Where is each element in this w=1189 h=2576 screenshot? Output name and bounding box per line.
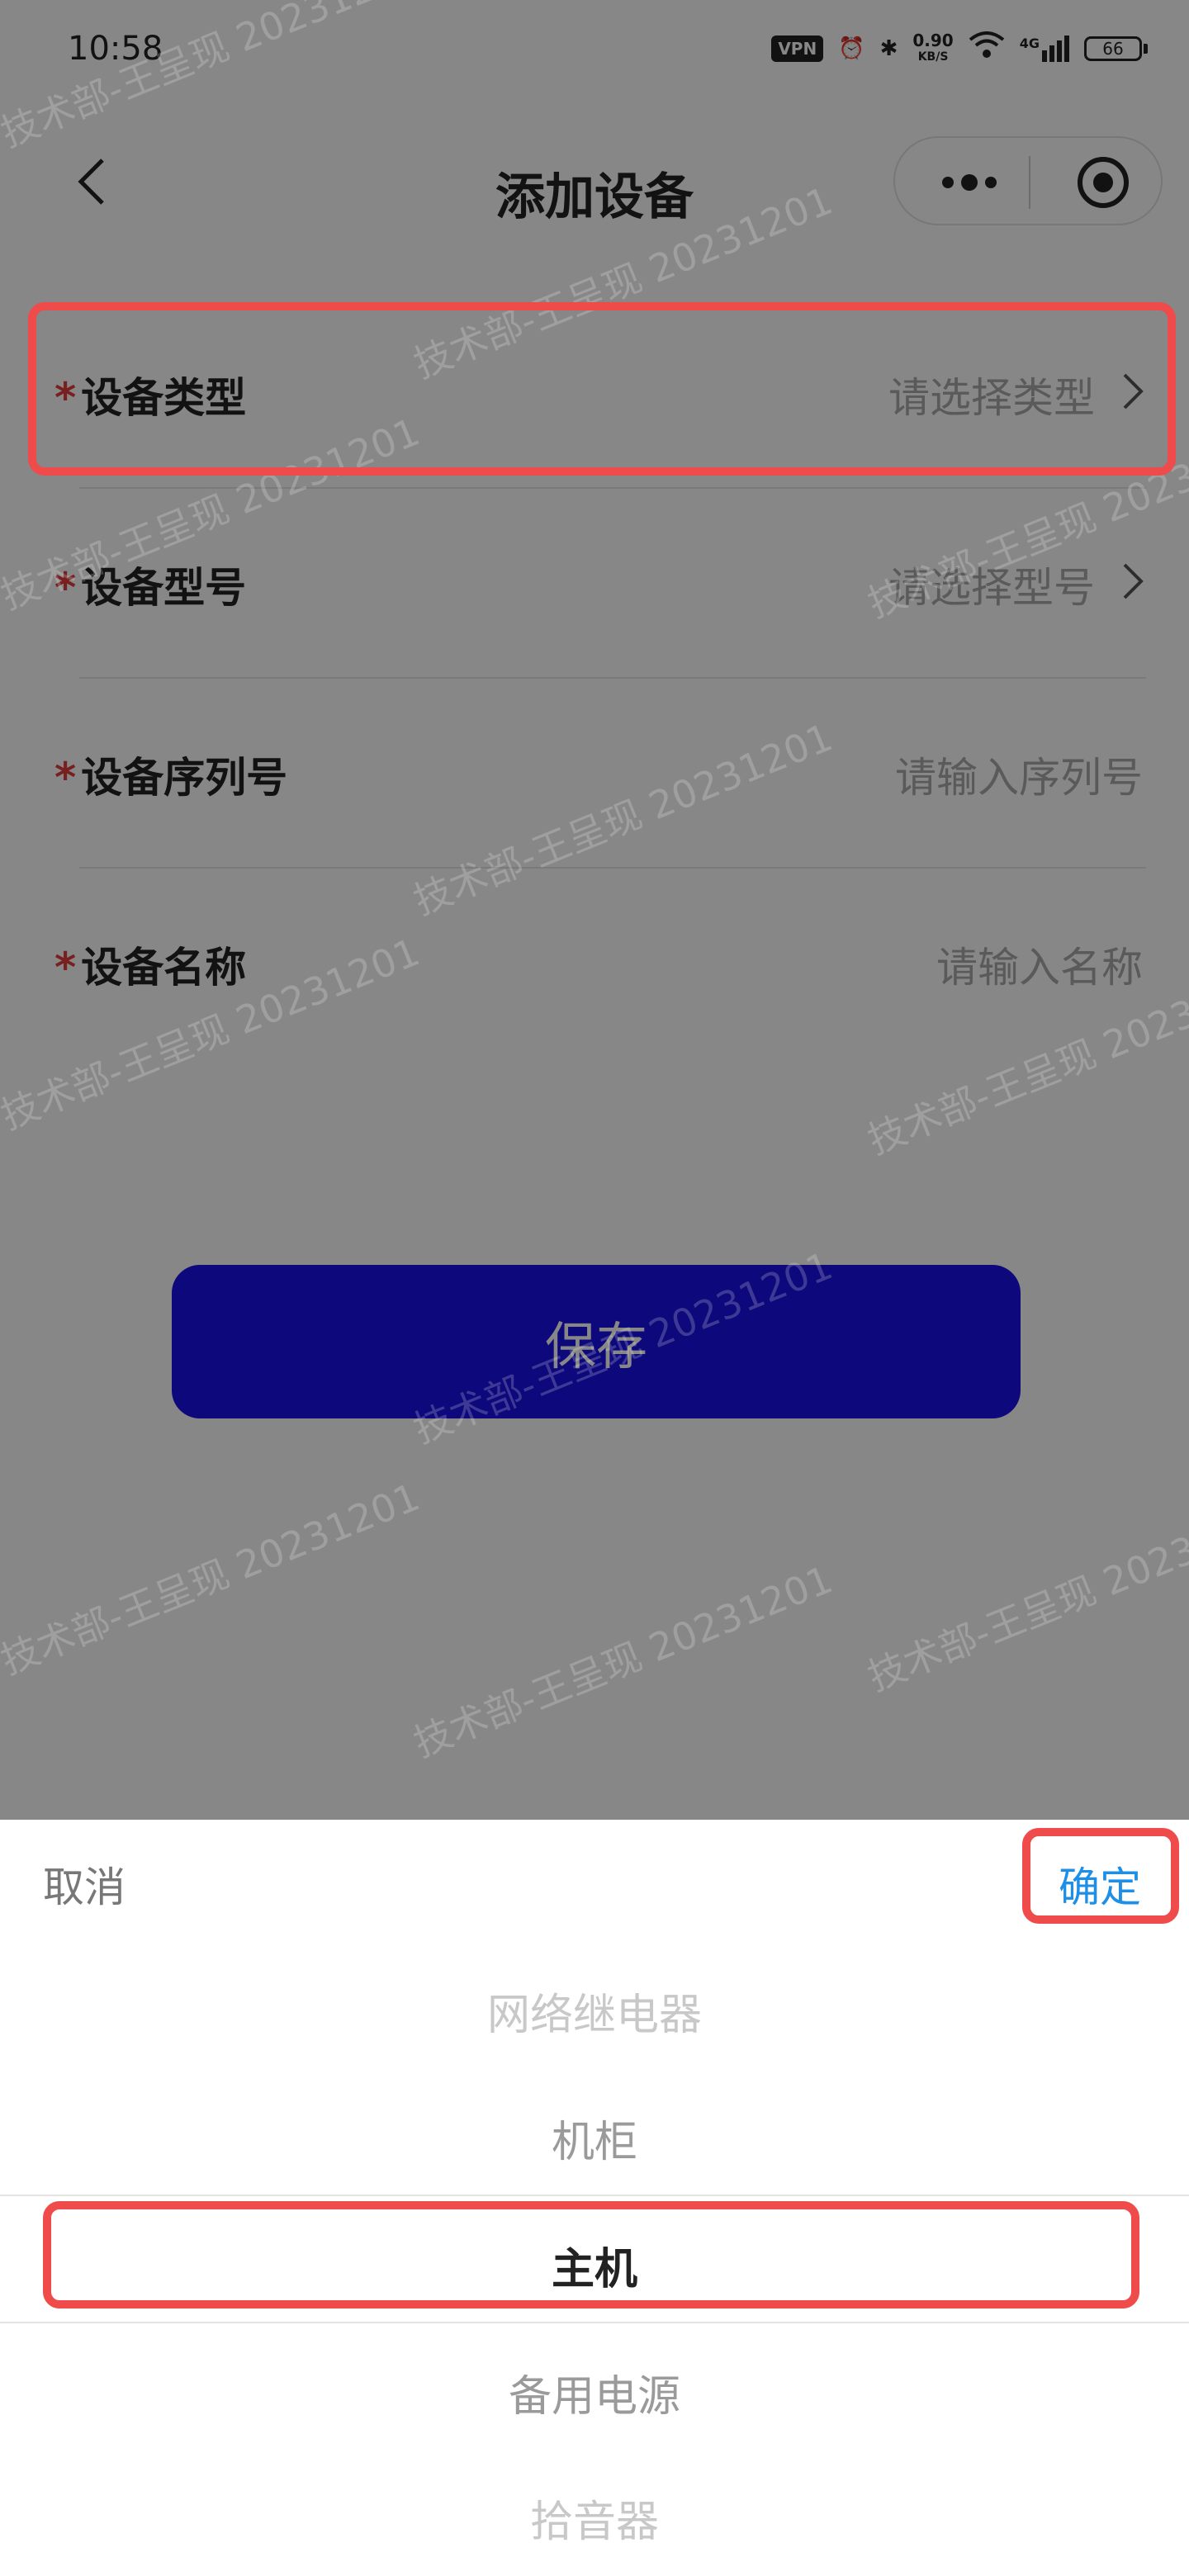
- picker-option[interactable]: 备用电源: [0, 2361, 1189, 2423]
- picker-option[interactable]: 网络继电器: [0, 1980, 1189, 2042]
- type-picker-sheet: [0, 1820, 1189, 2576]
- picker-selection-line-bottom: [0, 2322, 1189, 2323]
- picker-selection-line-top: [0, 2195, 1189, 2196]
- highlight-confirm: [1022, 1828, 1179, 1924]
- picker-option[interactable]: 拾音器: [0, 2487, 1189, 2549]
- highlight-device-type: [28, 302, 1176, 476]
- highlight-selected-option: [43, 2201, 1139, 2308]
- picker-option[interactable]: 机柜: [0, 2107, 1189, 2169]
- picker-cancel-button[interactable]: 取消: [43, 1854, 126, 1914]
